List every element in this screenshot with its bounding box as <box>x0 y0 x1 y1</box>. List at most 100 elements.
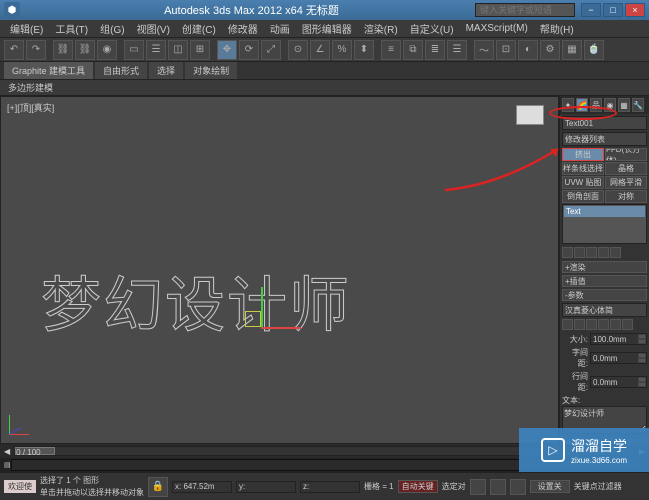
redo-button[interactable]: ↷ <box>26 40 46 60</box>
leading-spinner[interactable] <box>590 376 647 388</box>
rollout-rendering[interactable]: + 渲染 <box>562 261 647 273</box>
align-center-button[interactable] <box>598 319 609 330</box>
link-button[interactable]: ⛓ <box>53 40 73 60</box>
align-left-button[interactable] <box>586 319 597 330</box>
modifier-btn-uvw[interactable]: UVW 贴图 <box>562 176 604 189</box>
trackbar-toggle-icon[interactable]: ▤ <box>4 461 11 469</box>
viewport-label[interactable]: [+][顶][真实] <box>7 101 54 114</box>
modifier-btn-spline-select[interactable]: 样条线选择 <box>562 162 604 175</box>
gizmo-y-axis-icon[interactable] <box>261 287 263 327</box>
modifier-btn-extrude[interactable]: 挤出 <box>562 148 604 161</box>
ribbon-tab-graphite[interactable]: Graphite 建模工具 <box>4 62 93 79</box>
pin-stack-button[interactable] <box>562 247 573 258</box>
viewport[interactable]: [+][顶][真实] 梦幻设计师 <box>0 96 559 444</box>
ribbon-tab-paint[interactable]: 对象绘制 <box>185 62 237 79</box>
select-region-button[interactable]: ◫ <box>168 40 188 60</box>
bind-button[interactable]: ◉ <box>97 40 117 60</box>
menu-customize[interactable]: 自定义(U) <box>404 19 460 38</box>
close-button[interactable]: × <box>625 3 645 17</box>
select-move-button[interactable]: ✥ <box>217 40 237 60</box>
configure-sets-button[interactable] <box>610 247 621 258</box>
layers-button[interactable]: ☰ <box>447 40 467 60</box>
play-button[interactable] <box>490 479 506 495</box>
leading-input[interactable] <box>591 377 638 387</box>
angle-snap-button[interactable]: ∠ <box>310 40 330 60</box>
play-next-button[interactable] <box>510 479 526 495</box>
align-right-button[interactable] <box>610 319 621 330</box>
maximize-button[interactable]: □ <box>603 3 623 17</box>
kerning-input[interactable] <box>591 353 638 363</box>
tab-modify[interactable]: 🌈 <box>576 98 588 112</box>
curve-editor-button[interactable]: ～ <box>474 40 494 60</box>
modifier-list-dropdown[interactable] <box>562 132 647 146</box>
menu-animation[interactable]: 动画 <box>264 19 296 38</box>
undo-button[interactable]: ↶ <box>4 40 24 60</box>
menu-graph-editors[interactable]: 图形编辑器 <box>296 19 358 38</box>
tab-hierarchy[interactable]: 品 <box>590 98 602 112</box>
gizmo-x-axis-icon[interactable] <box>261 327 301 329</box>
help-search-input[interactable] <box>475 3 575 17</box>
material-editor-button[interactable]: ◐ <box>518 40 538 60</box>
coord-z-field[interactable] <box>300 481 360 493</box>
viewcube-face-icon[interactable] <box>516 105 544 125</box>
render-setup-button[interactable]: ⚙ <box>540 40 560 60</box>
menu-create[interactable]: 创建(C) <box>176 19 222 38</box>
gizmo-xy-plane-icon[interactable] <box>245 311 261 327</box>
tab-create[interactable]: ✦ <box>562 98 574 112</box>
ribbon-tab-freeform[interactable]: 自由形式 <box>95 62 147 79</box>
tab-motion[interactable]: ◉ <box>604 98 616 112</box>
menu-modifiers[interactable]: 修改器 <box>222 19 264 38</box>
size-spinner[interactable] <box>590 333 647 345</box>
move-gizmo[interactable] <box>241 297 301 357</box>
menu-view[interactable]: 视图(V) <box>131 19 176 38</box>
font-select-dropdown[interactable] <box>562 303 647 317</box>
time-slider-handle[interactable]: 0 / 100 <box>15 447 55 455</box>
rollout-interpolation[interactable]: + 插值 <box>562 275 647 287</box>
window-crossing-button[interactable]: ⊞ <box>190 40 210 60</box>
lock-selection-button[interactable]: 🔒 <box>148 477 168 497</box>
render-button[interactable]: 🍵 <box>584 40 604 60</box>
coord-x-field[interactable] <box>172 481 232 493</box>
minimize-button[interactable]: − <box>581 3 601 17</box>
tab-utilities[interactable]: 🔧 <box>632 98 644 112</box>
select-name-button[interactable]: ☰ <box>146 40 166 60</box>
viewport-text-object[interactable]: 梦幻设计师 <box>41 257 351 344</box>
mirror-button[interactable]: ⧉ <box>403 40 423 60</box>
viewcube[interactable] <box>510 105 550 145</box>
align-button[interactable]: ≣ <box>425 40 445 60</box>
modifier-btn-bevel-profile[interactable]: 倒角剖面 <box>562 190 604 203</box>
menu-rendering[interactable]: 渲染(R) <box>358 19 404 38</box>
modifier-btn-ffd[interactable]: FFD(长方体) <box>605 148 647 161</box>
kerning-spinner[interactable] <box>590 352 647 364</box>
object-name-field[interactable] <box>562 116 647 130</box>
time-slider-left-icon[interactable]: ◀ <box>4 447 10 456</box>
select-scale-button[interactable]: ⤢ <box>261 40 281 60</box>
stack-item-text[interactable]: Text <box>564 206 645 217</box>
modifier-btn-lattice[interactable]: 晶格 <box>605 162 647 175</box>
show-end-result-button[interactable] <box>574 247 585 258</box>
make-unique-button[interactable] <box>586 247 597 258</box>
menu-edit[interactable]: 编辑(E) <box>4 19 49 38</box>
schematic-button[interactable]: ⊡ <box>496 40 516 60</box>
select-rotate-button[interactable]: ⟳ <box>239 40 259 60</box>
modifier-btn-meshsmooth[interactable]: 网格平滑 <box>605 176 647 189</box>
menu-tools[interactable]: 工具(T) <box>49 19 94 38</box>
setkey-button[interactable]: 设置关 <box>530 480 570 493</box>
remove-modifier-button[interactable] <box>598 247 609 258</box>
named-sets-button[interactable]: ≡ <box>381 40 401 60</box>
autokey-button[interactable]: 自动关键 <box>398 480 438 493</box>
underline-button[interactable] <box>574 319 585 330</box>
play-prev-button[interactable] <box>470 479 486 495</box>
tab-display[interactable]: ▦ <box>618 98 630 112</box>
modifier-btn-symmetry[interactable]: 对称 <box>605 190 647 203</box>
select-object-button[interactable]: ▭ <box>124 40 144 60</box>
rollout-parameters[interactable]: - 参数 <box>562 289 647 301</box>
menu-maxscript[interactable]: MAXScript(M) <box>460 21 534 36</box>
unlink-button[interactable]: ⛓ <box>75 40 95 60</box>
coord-y-field[interactable] <box>236 481 296 493</box>
percent-snap-button[interactable]: % <box>332 40 352 60</box>
menu-group[interactable]: 组(G) <box>94 19 130 38</box>
size-input[interactable] <box>591 334 638 344</box>
menu-help[interactable]: 帮助(H) <box>534 19 580 38</box>
italic-button[interactable] <box>562 319 573 330</box>
